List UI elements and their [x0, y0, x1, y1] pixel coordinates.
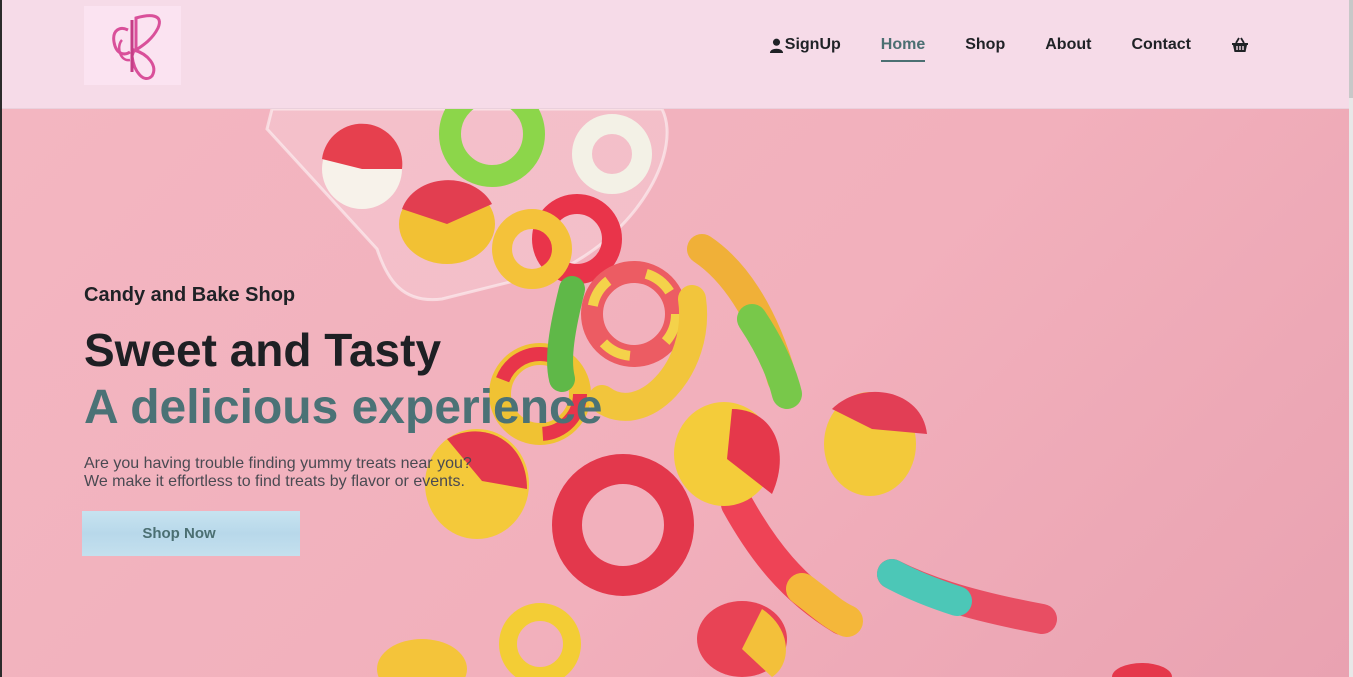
hero-title: Sweet and Tasty	[84, 324, 442, 376]
scrollbar[interactable]	[1349, 0, 1353, 677]
nav-shop-label: Shop	[965, 36, 1006, 53]
basket-icon	[1232, 37, 1248, 52]
user-icon	[769, 38, 783, 53]
hero-description: Are you having trouble finding yummy tre…	[84, 455, 602, 491]
hero-description-line1: Are you having trouble finding yummy tre…	[84, 454, 472, 472]
logo[interactable]	[84, 6, 181, 85]
hero-description-line2: We make it effortless to find treats by …	[84, 472, 465, 490]
hero-banner: Candy and Bake Shop Sweet and Tasty A de…	[2, 109, 1349, 677]
site-header: SignUp Home Shop About Contact	[2, 0, 1353, 109]
hero-copy: Candy and Bake Shop Sweet and Tasty A de…	[84, 284, 602, 491]
nav-contact[interactable]: Contact	[1131, 36, 1191, 58]
nav-signup[interactable]: SignUp	[769, 36, 841, 58]
nav-home-label: Home	[880, 36, 926, 53]
nav-signup-label: SignUp	[784, 36, 841, 53]
nav-shop[interactable]: Shop	[965, 36, 1005, 58]
cart-button[interactable]	[1231, 37, 1249, 57]
hero-subtitle: A delicious experience	[84, 380, 603, 434]
nav-about-label: About	[1045, 36, 1092, 53]
nav-home[interactable]: Home	[880, 36, 926, 62]
nav-about[interactable]: About	[1045, 36, 1091, 58]
butterfly-icon	[111, 13, 161, 80]
nav-contact-label: Contact	[1131, 36, 1191, 53]
main-nav: SignUp Home Shop About Contact	[769, 36, 1249, 62]
hero-kicker: Candy and Bake Shop	[84, 284, 296, 306]
shop-now-button[interactable]: Shop Now	[82, 511, 300, 556]
scrollbar-thumb[interactable]	[1349, 0, 1353, 98]
